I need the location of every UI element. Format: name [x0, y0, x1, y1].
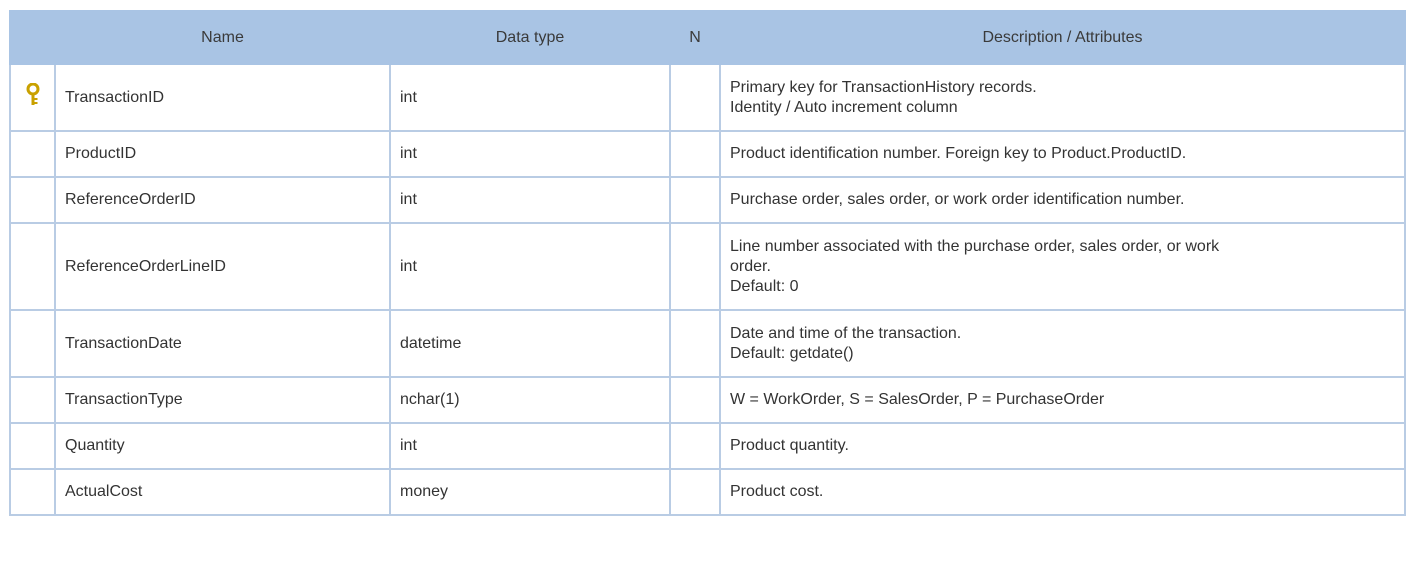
nullable-cell [669, 63, 721, 132]
nullable-cell [669, 422, 721, 470]
attribute-line: Identity / Auto increment column [730, 98, 958, 116]
nullable-cell [669, 176, 721, 224]
description-cell: Product quantity. [719, 422, 1406, 470]
header-nullable[interactable]: N [669, 10, 721, 65]
data-type-cell: datetime [389, 309, 671, 378]
key-cell [9, 376, 56, 424]
table-header-row: Name Data type N Description / Attribute… [9, 10, 1406, 65]
column-name-cell: Quantity [54, 422, 391, 470]
description-line: Date and time of the transaction. [730, 324, 962, 342]
table-row[interactable]: Quantity int Product quantity. [9, 422, 1406, 470]
table-row[interactable]: ReferenceOrderID int Purchase order, sal… [9, 176, 1406, 224]
data-type-cell: int [389, 176, 671, 224]
description-line: Product quantity. [730, 437, 849, 454]
schema-table: Name Data type N Description / Attribute… [9, 10, 1406, 516]
key-cell [9, 130, 56, 178]
data-type-cell: int [389, 63, 671, 132]
column-name-cell: ReferenceOrderID [54, 176, 391, 224]
header-key [9, 10, 56, 65]
nullable-cell [669, 309, 721, 378]
description-cell: Primary key for TransactionHistory recor… [719, 63, 1406, 132]
header-description[interactable]: Description / Attributes [719, 10, 1406, 65]
description-cell: Product identification number. Foreign k… [719, 130, 1406, 178]
column-name-cell: ReferenceOrderLineID [54, 222, 391, 311]
description-cell: Date and time of the transaction. Defaul… [719, 309, 1406, 378]
description-cell: W = WorkOrder, S = SalesOrder, P = Purch… [719, 376, 1406, 424]
description-line: Product cost. [730, 483, 824, 500]
nullable-cell [669, 222, 721, 311]
column-name-cell: TransactionType [54, 376, 391, 424]
data-type-cell: int [389, 422, 671, 470]
description-line: W = WorkOrder, S = SalesOrder, P = Purch… [730, 391, 1105, 408]
attribute-line: Default: 0 [730, 277, 799, 295]
nullable-cell [669, 130, 721, 178]
column-name-cell: ProductID [54, 130, 391, 178]
column-name-cell: ActualCost [54, 468, 391, 516]
key-cell [9, 176, 56, 224]
table-row[interactable]: ActualCost money Product cost. [9, 468, 1406, 516]
data-type-cell: int [389, 130, 671, 178]
key-cell [9, 309, 56, 378]
table-row[interactable]: TransactionType nchar(1) W = WorkOrder, … [9, 376, 1406, 424]
key-cell [9, 222, 56, 311]
table-row[interactable]: ProductID int Product identification num… [9, 130, 1406, 178]
key-cell [9, 422, 56, 470]
description-cell: Line number associated with the purchase… [719, 222, 1406, 311]
header-data-type[interactable]: Data type [389, 10, 671, 65]
key-cell [9, 468, 56, 516]
table-row[interactable]: ReferenceOrderLineID int Line number ass… [9, 222, 1406, 311]
description-line: Purchase order, sales order, or work ord… [730, 191, 1185, 208]
description-line-continued: order. [730, 257, 771, 275]
nullable-cell [669, 376, 721, 424]
primary-key-icon [26, 82, 40, 113]
schema-table-container: Name Data type N Description / Attribute… [9, 10, 1406, 516]
data-type-cell: nchar(1) [389, 376, 671, 424]
data-type-cell: money [389, 468, 671, 516]
key-cell [9, 63, 56, 132]
column-name-cell: TransactionID [54, 63, 391, 132]
attribute-line: Default: getdate() [730, 344, 854, 362]
header-name[interactable]: Name [54, 10, 391, 65]
description-line: Product identification number. Foreign k… [730, 145, 1187, 162]
description-cell: Purchase order, sales order, or work ord… [719, 176, 1406, 224]
column-name-cell: TransactionDate [54, 309, 391, 378]
description-line: Primary key for TransactionHistory recor… [730, 78, 1037, 96]
table-row[interactable]: TransactionDate datetime Date and time o… [9, 309, 1406, 378]
description-line: Line number associated with the purchase… [730, 237, 1220, 255]
description-cell: Product cost. [719, 468, 1406, 516]
nullable-cell [669, 468, 721, 516]
table-row[interactable]: TransactionID int Primary key for Transa… [9, 63, 1406, 132]
data-type-cell: int [389, 222, 671, 311]
